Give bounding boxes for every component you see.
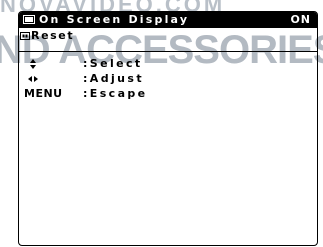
left-right-arrows-icon (28, 76, 38, 82)
help-action-adjust: :Adjust (83, 72, 144, 85)
up-down-arrows-icon (30, 59, 36, 69)
divider (19, 51, 317, 52)
help-action-escape: :Escape (83, 87, 148, 100)
help-row-select: :Select (19, 56, 317, 71)
menu-item-label: Reset (31, 29, 75, 42)
menu-item-reset[interactable]: Reset (19, 28, 317, 44)
osd-menu-screen: On Screen Display ON Reset :Select :Adju… (18, 11, 318, 246)
help-action-select: :Select (83, 57, 143, 70)
reset-icon (20, 32, 30, 40)
help-row-escape: MENU :Escape (19, 86, 317, 101)
help-key-menu: MENU (24, 87, 63, 100)
osd-header-title: On Screen Display (39, 13, 190, 26)
osd-header-value: ON (290, 13, 311, 26)
monitor-icon (23, 15, 35, 24)
help-row-adjust: :Adjust (19, 71, 317, 86)
osd-header-row[interactable]: On Screen Display ON (19, 12, 317, 28)
